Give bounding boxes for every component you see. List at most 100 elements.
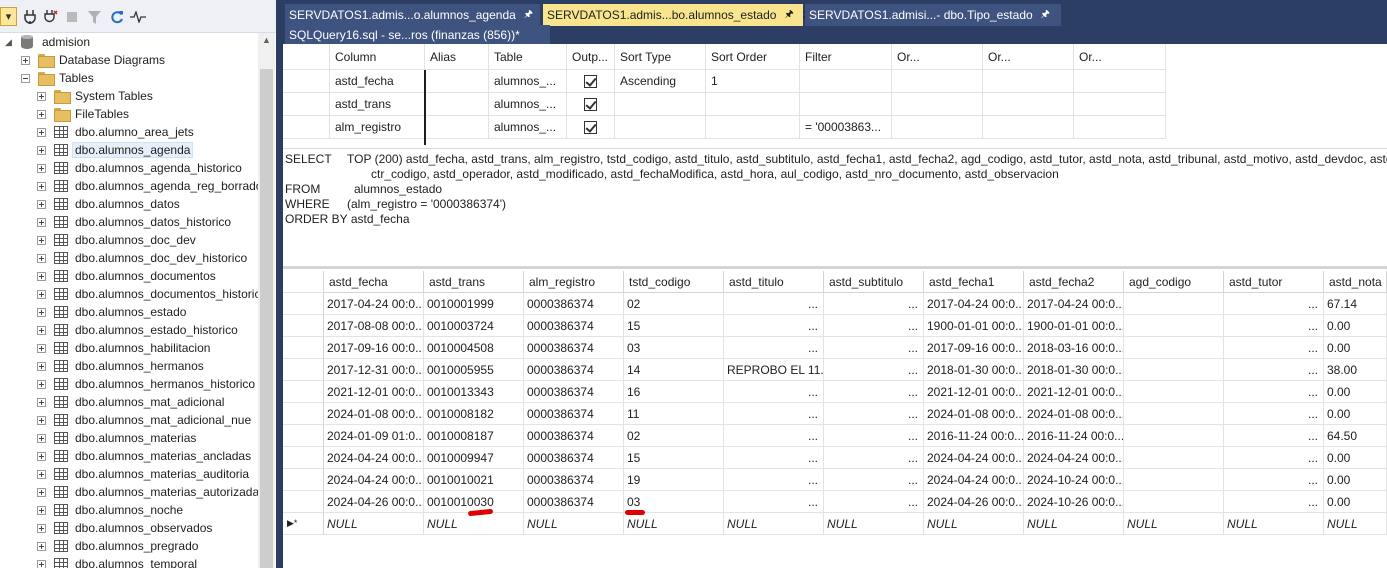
expand-icon[interactable] bbox=[37, 559, 46, 568]
results-column-header[interactable]: astd_nota bbox=[1324, 271, 1387, 293]
results-cell[interactable]: 15 bbox=[624, 447, 724, 469]
results-cell[interactable]: 2024-01-08 00:0... bbox=[924, 403, 1024, 425]
results-cell[interactable]: ... bbox=[824, 359, 924, 381]
null-cell[interactable]: NULL bbox=[1324, 513, 1387, 535]
results-cell[interactable]: 0000386374 bbox=[524, 425, 624, 447]
tree-item[interactable]: dbo.alumnos_documentos bbox=[37, 267, 218, 285]
results-cell[interactable]: ... bbox=[824, 293, 924, 315]
results-cell[interactable]: ... bbox=[1224, 447, 1324, 469]
scrollbar-thumb[interactable] bbox=[260, 69, 273, 568]
results-cell[interactable] bbox=[1124, 447, 1224, 469]
criteria-cell[interactable] bbox=[615, 116, 706, 139]
results-cell[interactable]: 2017-09-16 00:0... bbox=[924, 337, 1024, 359]
results-cell[interactable]: 0000386374 bbox=[524, 491, 624, 513]
results-cell[interactable]: 19 bbox=[624, 469, 724, 491]
tree-item[interactable]: Database Diagrams bbox=[21, 51, 167, 69]
results-cell[interactable]: 2024-10-26 00:0... bbox=[1024, 491, 1124, 513]
tree-item[interactable]: FileTables bbox=[37, 105, 131, 123]
results-cell[interactable]: 2016-11-24 00:0... bbox=[1024, 425, 1124, 447]
null-cell[interactable]: NULL bbox=[924, 513, 1024, 535]
results-cell[interactable]: ... bbox=[824, 403, 924, 425]
results-column-header[interactable]: astd_fecha2 bbox=[1024, 271, 1124, 293]
tree-item[interactable]: dbo.alumnos_mat_adicional bbox=[37, 393, 226, 411]
output-checkbox[interactable] bbox=[584, 97, 597, 111]
criteria-cell[interactable]: alumnos_... bbox=[489, 116, 567, 139]
panel-splitter[interactable] bbox=[276, 0, 283, 568]
expand-icon[interactable] bbox=[37, 91, 46, 101]
output-checkbox[interactable] bbox=[584, 74, 597, 88]
criteria-cell[interactable] bbox=[567, 70, 615, 93]
tab-sqlquery16[interactable]: SQLQuery16.sql - se...ros (finanzas (856… bbox=[285, 25, 550, 44]
results-cell[interactable]: 2017-04-24 00:0... bbox=[1024, 293, 1124, 315]
results-column-header[interactable]: astd_tutor bbox=[1224, 271, 1324, 293]
sql-pane[interactable]: SELECT TOP (200) astd_fecha, astd_trans, … bbox=[283, 148, 1387, 265]
tree-item[interactable]: dbo.alumnos_hermanos bbox=[37, 357, 206, 375]
results-cell[interactable]: ... bbox=[824, 447, 924, 469]
results-cell[interactable]: 0010010021 bbox=[424, 469, 524, 491]
criteria-row-selector[interactable] bbox=[283, 116, 330, 139]
results-cell[interactable]: 0010008182 bbox=[424, 403, 524, 425]
criteria-header[interactable]: Filter bbox=[800, 44, 892, 70]
results-cell[interactable]: 0.00 bbox=[1324, 447, 1387, 469]
expand-icon[interactable] bbox=[37, 451, 46, 461]
null-cell[interactable]: NULL bbox=[624, 513, 724, 535]
null-cell[interactable]: NULL bbox=[524, 513, 624, 535]
results-cell[interactable]: 2024-01-08 00:0... bbox=[324, 403, 424, 425]
results-cell[interactable]: ... bbox=[824, 491, 924, 513]
expand-icon[interactable] bbox=[37, 307, 46, 317]
results-cell[interactable] bbox=[1124, 337, 1224, 359]
results-cell[interactable]: 2018-01-30 00:0... bbox=[924, 359, 1024, 381]
results-cell[interactable]: 0.00 bbox=[1324, 381, 1387, 403]
results-cell[interactable]: 2017-04-24 00:0... bbox=[324, 293, 424, 315]
results-cell[interactable]: ... bbox=[724, 491, 824, 513]
criteria-cell[interactable] bbox=[892, 116, 983, 139]
expand-icon[interactable] bbox=[37, 325, 46, 335]
expand-icon[interactable] bbox=[37, 163, 46, 173]
results-cell[interactable]: 0.00 bbox=[1324, 469, 1387, 491]
expand-icon[interactable] bbox=[37, 415, 46, 425]
results-cell[interactable]: 0010001999 bbox=[424, 293, 524, 315]
expand-icon[interactable] bbox=[37, 217, 46, 227]
null-cell[interactable]: NULL bbox=[324, 513, 424, 535]
expand-icon[interactable] bbox=[37, 541, 46, 551]
criteria-row-selector[interactable] bbox=[283, 70, 330, 93]
results-cell[interactable]: 2021-12-01 00:0... bbox=[1024, 381, 1124, 403]
results-cell[interactable]: 2024-04-24 00:0... bbox=[924, 469, 1024, 491]
expand-icon[interactable] bbox=[37, 271, 46, 281]
results-cell[interactable]: 0000386374 bbox=[524, 381, 624, 403]
row-selector[interactable] bbox=[283, 315, 324, 337]
criteria-header[interactable]: Or... bbox=[892, 44, 983, 70]
results-cell[interactable] bbox=[1124, 315, 1224, 337]
tree-item[interactable]: dbo.alumnos_pregrado bbox=[37, 537, 200, 555]
results-cell[interactable]: ... bbox=[1224, 337, 1324, 359]
criteria-cell[interactable] bbox=[892, 93, 983, 116]
criteria-header[interactable]: Table bbox=[489, 44, 567, 70]
results-cell[interactable]: 0.00 bbox=[1324, 337, 1387, 359]
expand-icon[interactable] bbox=[37, 235, 46, 245]
criteria-cell[interactable] bbox=[706, 93, 800, 116]
results-cell[interactable] bbox=[1124, 381, 1224, 403]
criteria-cell[interactable]: = '00003863... bbox=[800, 116, 892, 139]
results-cell[interactable]: 16 bbox=[624, 381, 724, 403]
scroll-up-icon[interactable]: ▲ bbox=[258, 35, 275, 45]
tree-item[interactable]: dbo.alumnos_materias_ancladas bbox=[37, 447, 253, 465]
tree-item[interactable]: Tables bbox=[21, 69, 96, 87]
row-selector[interactable] bbox=[283, 381, 324, 403]
criteria-cell[interactable] bbox=[425, 116, 489, 139]
criteria-row-selector[interactable] bbox=[283, 93, 330, 116]
tree-item[interactable]: dbo.alumnos_mat_adicional_nue bbox=[37, 411, 253, 429]
tree-item[interactable]: dbo.alumnos_materias bbox=[37, 429, 198, 447]
results-cell[interactable]: 0010003724 bbox=[424, 315, 524, 337]
results-cell[interactable]: ... bbox=[824, 469, 924, 491]
results-cell[interactable]: 0000386374 bbox=[524, 447, 624, 469]
results-column-header[interactable]: astd_trans bbox=[424, 271, 524, 293]
expand-icon[interactable] bbox=[37, 253, 46, 263]
new-row-marker[interactable]: ▶* bbox=[283, 513, 324, 535]
expand-icon[interactable] bbox=[37, 145, 46, 155]
results-cell[interactable]: 15 bbox=[624, 315, 724, 337]
expand-icon[interactable] bbox=[37, 361, 46, 371]
collapse-icon[interactable] bbox=[21, 73, 30, 83]
tree-item[interactable]: dbo.alumnos_agenda bbox=[37, 141, 194, 159]
results-cell[interactable]: ... bbox=[724, 403, 824, 425]
tree-item[interactable]: dbo.alumnos_habilitacion bbox=[37, 339, 212, 357]
